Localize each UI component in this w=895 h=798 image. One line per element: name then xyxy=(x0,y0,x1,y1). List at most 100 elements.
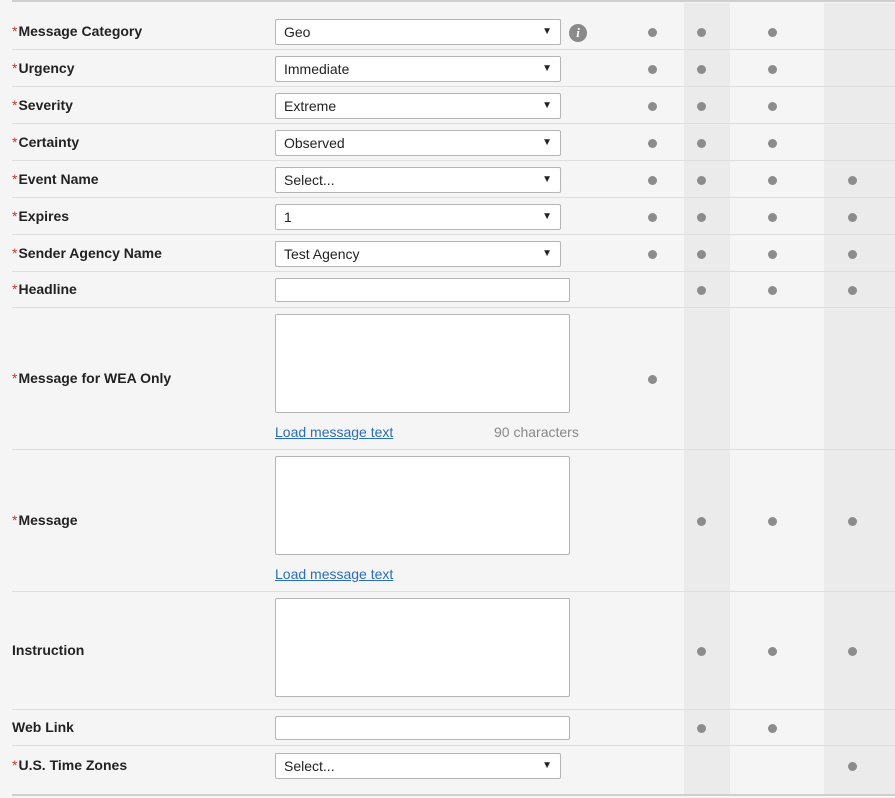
status-dot xyxy=(768,175,777,185)
event-name-selected-value: Select... xyxy=(284,171,335,188)
severity-label: *Severity xyxy=(12,97,73,113)
load-message-text-link[interactable]: Load message text xyxy=(275,424,393,440)
severity-selected-value: Extreme xyxy=(284,97,337,114)
status-dot xyxy=(848,286,857,295)
status-dot xyxy=(848,647,857,656)
instruction-label-text: Instruction xyxy=(12,642,85,658)
status-dot xyxy=(697,101,706,111)
form-row-message-for-wea-only: *Message for WEA Only Load message text 90… xyxy=(12,308,895,450)
headline-input[interactable] xyxy=(275,278,570,302)
chevron-down-icon: ▼ xyxy=(542,25,552,37)
us-time-zones-selected-value: Select... xyxy=(284,758,335,774)
status-dot xyxy=(768,64,777,74)
urgency-label-text: Urgency xyxy=(18,59,75,76)
message-label: *Message xyxy=(12,512,78,528)
status-dot xyxy=(768,101,777,111)
sender-agency-name-label: *Sender Agency Name xyxy=(12,245,162,261)
web-link-input[interactable] xyxy=(275,716,570,740)
required-marker: * xyxy=(12,757,18,773)
us-time-zones-select[interactable]: Select... ▼ xyxy=(275,753,561,779)
chevron-down-icon: ▼ xyxy=(542,210,552,222)
info-icon[interactable]: i xyxy=(569,23,587,42)
form-row-sender-agency-name: *Sender Agency Name Test Agency ▼ xyxy=(12,235,895,272)
event-name-select[interactable]: Select... ▼ xyxy=(275,166,561,193)
urgency-select[interactable]: Immediate ▼ xyxy=(275,55,561,82)
form-row-us-time-zones: *U.S. Time Zones Select... ▼ xyxy=(12,746,895,786)
status-dot xyxy=(848,517,857,526)
headline-label-text: Headline xyxy=(18,281,77,297)
required-marker: * xyxy=(12,170,18,187)
form-row-severity: *Severity Extreme ▼ xyxy=(12,87,895,124)
urgency-label: *Urgency xyxy=(12,60,74,76)
status-dot xyxy=(768,647,777,656)
required-marker: * xyxy=(12,59,18,76)
message-category-select[interactable]: Geo ▼ xyxy=(275,18,561,45)
required-marker: * xyxy=(12,512,18,528)
form-row-headline: *Headline xyxy=(12,272,895,308)
form-row-event-name: *Event Name Select... ▼ xyxy=(12,161,895,198)
required-marker: * xyxy=(12,96,18,113)
severity-select[interactable]: Extreme ▼ xyxy=(275,92,561,119)
status-dot xyxy=(697,175,706,185)
status-dot xyxy=(697,64,706,74)
status-dot xyxy=(768,286,777,295)
form-row-web-link: Web Link xyxy=(12,710,895,746)
instruction-label: Instruction xyxy=(12,642,84,658)
event-name-label: *Event Name xyxy=(12,171,99,187)
sender-agency-name-select[interactable]: Test Agency ▼ xyxy=(275,240,561,267)
status-dot xyxy=(848,212,857,222)
status-dot xyxy=(697,517,706,526)
message-for-wea-only-textarea[interactable] xyxy=(275,314,570,413)
status-dot xyxy=(697,286,706,295)
required-marker: * xyxy=(12,281,18,297)
status-dot xyxy=(697,249,706,259)
status-dot xyxy=(697,27,706,37)
status-dot xyxy=(848,175,857,185)
certainty-select[interactable]: Observed ▼ xyxy=(275,129,561,156)
character-counter: 90 characters xyxy=(494,424,579,440)
instruction-textarea[interactable] xyxy=(275,598,570,697)
status-dot xyxy=(768,212,777,222)
certainty-label-text: Certainty xyxy=(18,133,80,150)
load-message-text-link[interactable]: Load message text xyxy=(275,566,393,582)
form-row-instruction: Instruction xyxy=(12,592,895,710)
status-dot xyxy=(768,724,777,733)
status-dot xyxy=(648,138,657,148)
status-dot xyxy=(648,101,657,111)
chevron-down-icon: ▼ xyxy=(542,62,552,74)
sender-agency-name-label-text: Sender Agency Name xyxy=(18,244,162,261)
status-dot xyxy=(648,375,657,384)
status-dot xyxy=(848,762,857,771)
chevron-down-icon: ▼ xyxy=(542,136,552,148)
status-dot xyxy=(697,212,706,222)
chevron-down-icon: ▼ xyxy=(542,760,552,771)
message-category-selected-value: Geo xyxy=(284,23,311,40)
form-row-urgency: *Urgency Immediate ▼ xyxy=(12,50,895,87)
status-dot xyxy=(768,27,777,37)
expires-label: *Expires xyxy=(12,208,69,224)
certainty-selected-value: Observed xyxy=(284,134,345,151)
status-dot xyxy=(648,27,657,37)
required-marker: * xyxy=(12,22,18,39)
status-dot xyxy=(768,249,777,259)
message-category-label: *Message Category xyxy=(12,23,142,39)
us-time-zones-label-text: U.S. Time Zones xyxy=(18,757,128,773)
form-row-message: *Message Load message text xyxy=(12,450,895,592)
status-dot xyxy=(648,64,657,74)
severity-label-text: Severity xyxy=(18,96,73,113)
message-textarea[interactable] xyxy=(275,456,570,555)
chevron-down-icon: ▼ xyxy=(542,247,552,259)
urgency-selected-value: Immediate xyxy=(284,60,350,77)
chevron-down-icon: ▼ xyxy=(542,99,552,111)
status-dot xyxy=(697,138,706,148)
message-for-wea-only-label: *Message for WEA Only xyxy=(12,370,171,386)
chevron-down-icon: ▼ xyxy=(542,173,552,185)
status-dot xyxy=(768,138,777,148)
us-time-zones-label: *U.S. Time Zones xyxy=(12,757,127,773)
headline-label: *Headline xyxy=(12,281,77,297)
form-row-expires: *Expires 1 ▼ xyxy=(12,198,895,235)
status-dot xyxy=(697,647,706,656)
status-dot xyxy=(768,517,777,526)
expires-select[interactable]: 1 ▼ xyxy=(275,203,561,230)
status-dot xyxy=(648,212,657,222)
